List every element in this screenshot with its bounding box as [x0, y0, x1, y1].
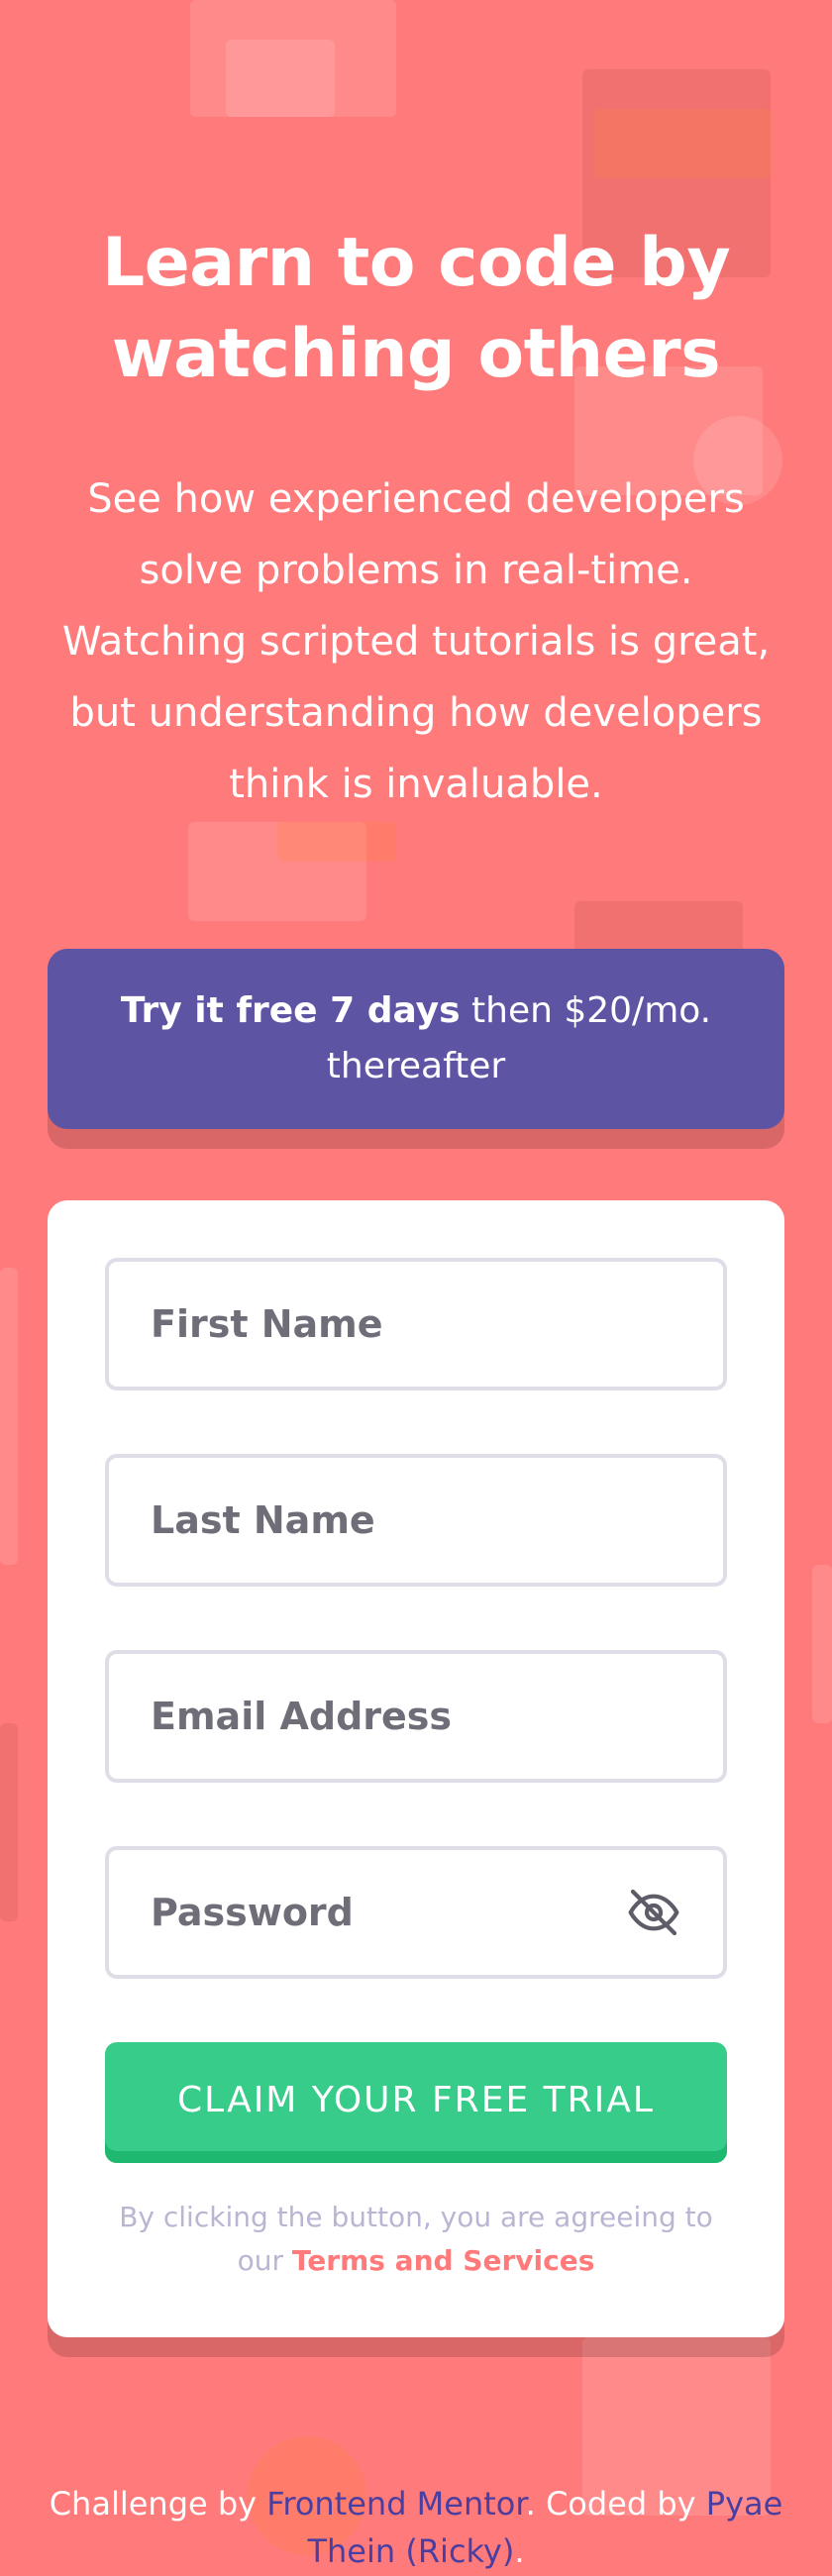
footer-suffix: . — [514, 2532, 525, 2570]
frontend-mentor-link[interactable]: Frontend Mentor — [266, 2485, 525, 2523]
terms-notice: By clicking the button, you are agreeing… — [105, 2196, 727, 2283]
claim-trial-button[interactable]: CLAIM YOUR FREE TRIAL — [105, 2042, 727, 2163]
promo-highlight: Try it free 7 days — [120, 990, 461, 1031]
password-input[interactable] — [149, 1890, 608, 1935]
first-name-field — [105, 1258, 727, 1391]
email-input[interactable] — [149, 1694, 683, 1739]
footer-attribution: Challenge by Frontend Mentor. Coded by P… — [40, 2480, 792, 2575]
promo-text: Try it free 7 days then $20/mo. thereaft… — [48, 983, 784, 1094]
password-field — [105, 1846, 727, 1979]
terms-link[interactable]: Terms and Services — [292, 2244, 594, 2277]
last-name-field — [105, 1454, 727, 1587]
footer-middle: . Coded by — [525, 2485, 706, 2523]
promo-banner: Try it free 7 days then $20/mo. thereaft… — [48, 949, 784, 1129]
email-field — [105, 1650, 727, 1783]
footer-prefix: Challenge by — [49, 2485, 267, 2523]
hero-description: See how experienced developers solve pro… — [61, 476, 771, 807]
first-name-input[interactable] — [149, 1301, 683, 1347]
hero-title: Learn to code by watching others — [101, 224, 731, 393]
signup-form: CLAIM YOUR FREE TRIAL By clicking the bu… — [48, 1200, 784, 2337]
eye-off-icon[interactable] — [624, 1883, 683, 1942]
last-name-input[interactable] — [149, 1497, 683, 1543]
